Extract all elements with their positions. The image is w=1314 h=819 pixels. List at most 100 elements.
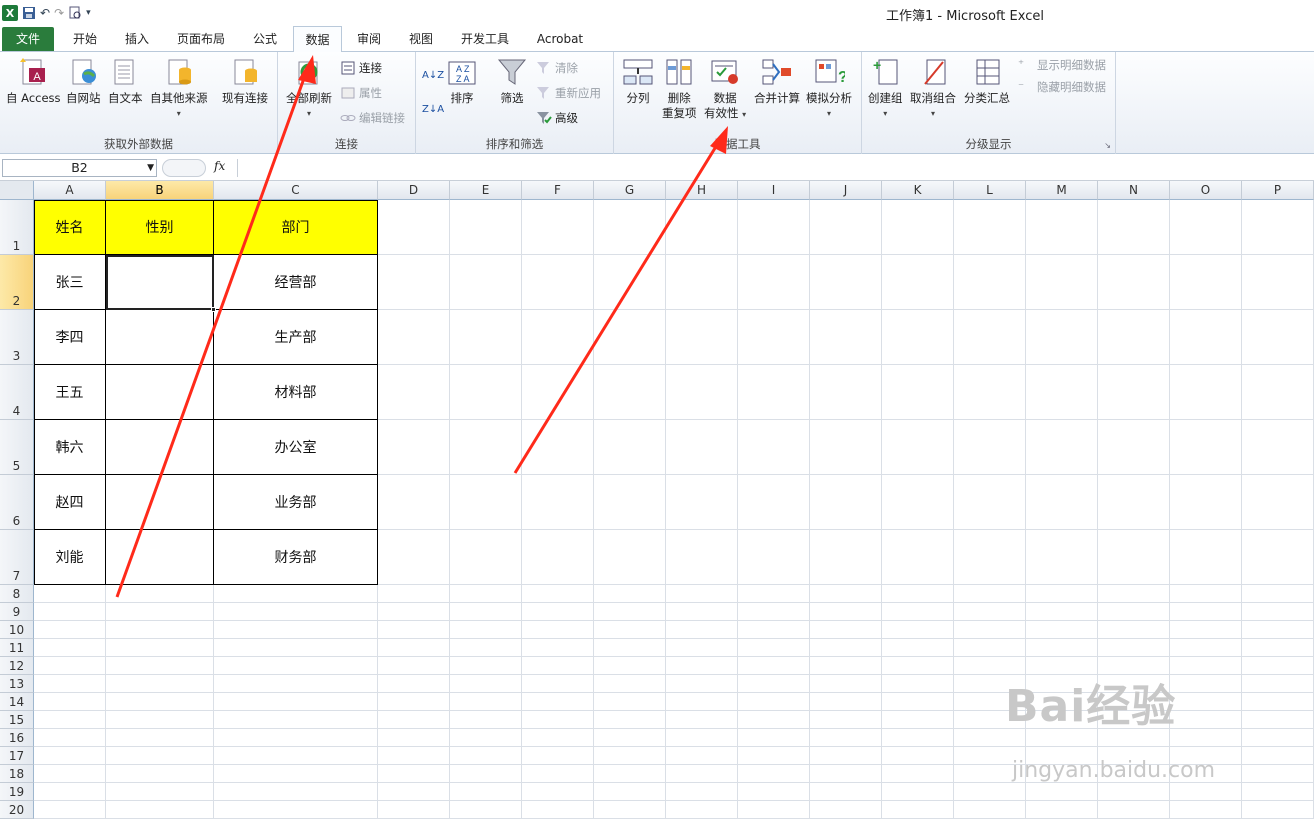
filter-button[interactable]: 筛选 [496, 56, 528, 106]
column-header-E[interactable]: E [450, 181, 522, 200]
formula-bar-resize-handle[interactable] [162, 159, 206, 177]
row-header-16[interactable]: 16 [0, 729, 34, 747]
tab-view[interactable]: 视图 [398, 26, 444, 52]
table-cell[interactable]: 赵四 [34, 475, 106, 530]
row-header-8[interactable]: 8 [0, 585, 34, 603]
column-header-H[interactable]: H [666, 181, 738, 200]
column-header-M[interactable]: M [1026, 181, 1098, 200]
row-header-15[interactable]: 15 [0, 711, 34, 729]
from-text-button[interactable]: 自文本 [108, 56, 143, 106]
what-if-analysis-button[interactable]: ? 模拟分析 ▾ [806, 56, 852, 121]
save-icon[interactable] [22, 4, 36, 22]
table-cell[interactable]: 办公室 [214, 420, 378, 475]
subtotal-button[interactable]: 分类汇总 [964, 56, 1010, 106]
row-header-18[interactable]: 18 [0, 765, 34, 783]
remove-duplicates-button[interactable]: 删除 重复项 [662, 56, 697, 121]
tab-page-layout[interactable]: 页面布局 [168, 26, 234, 52]
customize-qat-icon[interactable]: ▾ [86, 4, 91, 22]
table-header-cell[interactable]: 姓名 [34, 200, 106, 255]
insert-function-icon[interactable]: fx [214, 159, 225, 173]
table-header-cell[interactable]: 部门 [214, 200, 378, 255]
table-header-cell[interactable]: 性别 [106, 200, 214, 255]
table-cell[interactable]: 业务部 [214, 475, 378, 530]
column-header-F[interactable]: F [522, 181, 594, 200]
refresh-all-button[interactable]: 全部刷新 ▾ [286, 56, 332, 121]
formula-input[interactable] [237, 159, 1312, 177]
dialog-launcher-icon[interactable]: ↘ [1104, 141, 1111, 150]
redo-icon[interactable]: ↷ [54, 4, 64, 22]
advanced-filter-button[interactable]: 高级 [536, 109, 578, 127]
show-detail-button[interactable]: ⁺ 显示明细数据 [1018, 56, 1106, 74]
from-web-button[interactable]: 自网站 [66, 56, 101, 106]
name-box[interactable]: B2 ▼ [2, 159, 157, 177]
row-header-7[interactable]: 7 [0, 530, 34, 585]
column-header-G[interactable]: G [594, 181, 666, 200]
excel-logo-icon[interactable]: X [2, 5, 18, 21]
column-header-I[interactable]: I [738, 181, 810, 200]
from-other-sources-button[interactable]: 自其他来源 ▾ [150, 56, 208, 121]
column-header-L[interactable]: L [954, 181, 1026, 200]
row-header-4[interactable]: 4 [0, 365, 34, 420]
tab-acrobat[interactable]: Acrobat [528, 26, 592, 52]
ungroup-button[interactable]: 取消组合 ▾ [910, 56, 956, 121]
sort-button[interactable]: A ZZ A 排序 [446, 56, 478, 106]
table-cell[interactable]: 韩六 [34, 420, 106, 475]
row-header-5[interactable]: 5 [0, 420, 34, 475]
hide-detail-button[interactable]: ⁻ 隐藏明细数据 [1018, 78, 1106, 96]
row-header-10[interactable]: 10 [0, 621, 34, 639]
column-header-J[interactable]: J [810, 181, 882, 200]
table-cell[interactable] [106, 475, 214, 530]
connections-button[interactable]: 连接 [340, 59, 382, 77]
row-header-1[interactable]: 1 [0, 200, 34, 255]
tab-insert[interactable]: 插入 [112, 26, 162, 52]
column-header-A[interactable]: A [34, 181, 106, 200]
tab-formulas[interactable]: 公式 [240, 26, 290, 52]
existing-connections-button[interactable]: 现有连接 [222, 56, 268, 106]
clear-filter-button[interactable]: 清除 [536, 59, 578, 77]
row-header-17[interactable]: 17 [0, 747, 34, 765]
table-cell[interactable]: 刘能 [34, 530, 106, 585]
table-cell[interactable] [106, 420, 214, 475]
chevron-down-icon[interactable]: ▼ [147, 160, 154, 176]
column-header-P[interactable]: P [1242, 181, 1314, 200]
fill-handle[interactable] [211, 307, 216, 312]
undo-icon[interactable]: ↶ [40, 4, 50, 22]
table-cell[interactable]: 生产部 [214, 310, 378, 365]
row-header-11[interactable]: 11 [0, 639, 34, 657]
print-preview-icon[interactable] [68, 4, 82, 22]
tab-file[interactable]: 文件 [2, 27, 54, 51]
tab-review[interactable]: 审阅 [346, 26, 392, 52]
consolidate-button[interactable]: 合并计算 [754, 56, 800, 106]
row-header-9[interactable]: 9 [0, 603, 34, 621]
table-cell[interactable]: 张三 [34, 255, 106, 310]
table-cell[interactable]: 经营部 [214, 255, 378, 310]
sort-a-z-button[interactable]: A↓Z [422, 66, 444, 84]
tab-home[interactable]: 开始 [60, 26, 110, 52]
tab-data[interactable]: 数据 [293, 26, 342, 53]
from-access-button[interactable]: A 自 Access [6, 56, 61, 106]
column-header-N[interactable]: N [1098, 181, 1170, 200]
text-to-columns-button[interactable]: 分列 [622, 56, 654, 106]
select-all-corner[interactable] [0, 181, 34, 200]
column-header-O[interactable]: O [1170, 181, 1242, 200]
row-header-6[interactable]: 6 [0, 475, 34, 530]
column-header-B[interactable]: B [106, 181, 214, 200]
table-cell[interactable]: 材料部 [214, 365, 378, 420]
table-cell[interactable] [106, 365, 214, 420]
table-cell[interactable]: 财务部 [214, 530, 378, 585]
column-header-C[interactable]: C [214, 181, 378, 200]
table-cell[interactable] [106, 310, 214, 365]
edit-links-button[interactable]: 编辑链接 [340, 109, 405, 127]
row-header-19[interactable]: 19 [0, 783, 34, 801]
row-header-12[interactable]: 12 [0, 657, 34, 675]
table-cell[interactable]: 王五 [34, 365, 106, 420]
group-button[interactable]: + 创建组 ▾ [868, 56, 903, 121]
table-cell[interactable] [106, 530, 214, 585]
column-header-K[interactable]: K [882, 181, 954, 200]
table-cell[interactable]: 李四 [34, 310, 106, 365]
row-header-13[interactable]: 13 [0, 675, 34, 693]
sort-z-a-button[interactable]: Z↓A [422, 100, 444, 118]
data-validation-button[interactable]: 数据 有效性 ▾ [704, 56, 746, 122]
table-cell[interactable] [106, 255, 214, 310]
row-header-14[interactable]: 14 [0, 693, 34, 711]
